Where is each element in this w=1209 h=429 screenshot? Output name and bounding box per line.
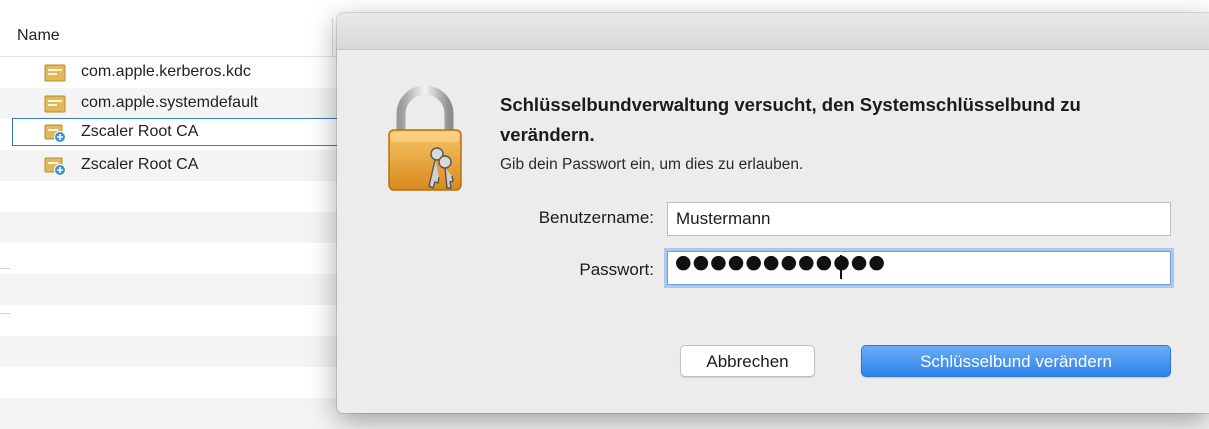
authentication-dialog: Schlüsselbundverwaltung versucht, den Sy…	[337, 13, 1209, 413]
cancel-button[interactable]: Abbrechen	[680, 345, 815, 377]
text-cursor	[840, 255, 842, 279]
username-field[interactable]	[667, 202, 1171, 236]
list-item-label: Zscaler Root CA	[81, 123, 199, 140]
keychain-item-icon	[44, 95, 66, 113]
certificate-icon	[44, 157, 66, 176]
password-label: Passwort:	[579, 260, 654, 279]
modify-keychain-button[interactable]: Schlüsselbund verändern	[861, 345, 1171, 377]
dialog-titlebar[interactable]	[337, 13, 1209, 50]
column-header-name[interactable]: Name	[17, 27, 60, 45]
lock-icon	[388, 85, 462, 191]
list-item-label: com.apple.kerberos.kdc	[81, 63, 251, 80]
dialog-subtitle: Gib dein Passwort ein, um dies zu erlaub…	[500, 156, 804, 173]
list-item-label: com.apple.systemdefault	[81, 94, 258, 111]
keychain-item-icon	[44, 64, 66, 82]
password-mask: ●●●●●●●●●●●●	[675, 251, 886, 273]
divider	[0, 268, 10, 269]
username-label: Benutzername:	[538, 208, 654, 227]
divider	[0, 313, 10, 314]
column-divider[interactable]	[332, 18, 333, 56]
list-item-label: Zscaler Root CA	[81, 156, 199, 173]
certificate-icon	[44, 124, 66, 143]
dialog-title: Schlüsselbundverwaltung versucht, den Sy…	[500, 94, 1081, 145]
